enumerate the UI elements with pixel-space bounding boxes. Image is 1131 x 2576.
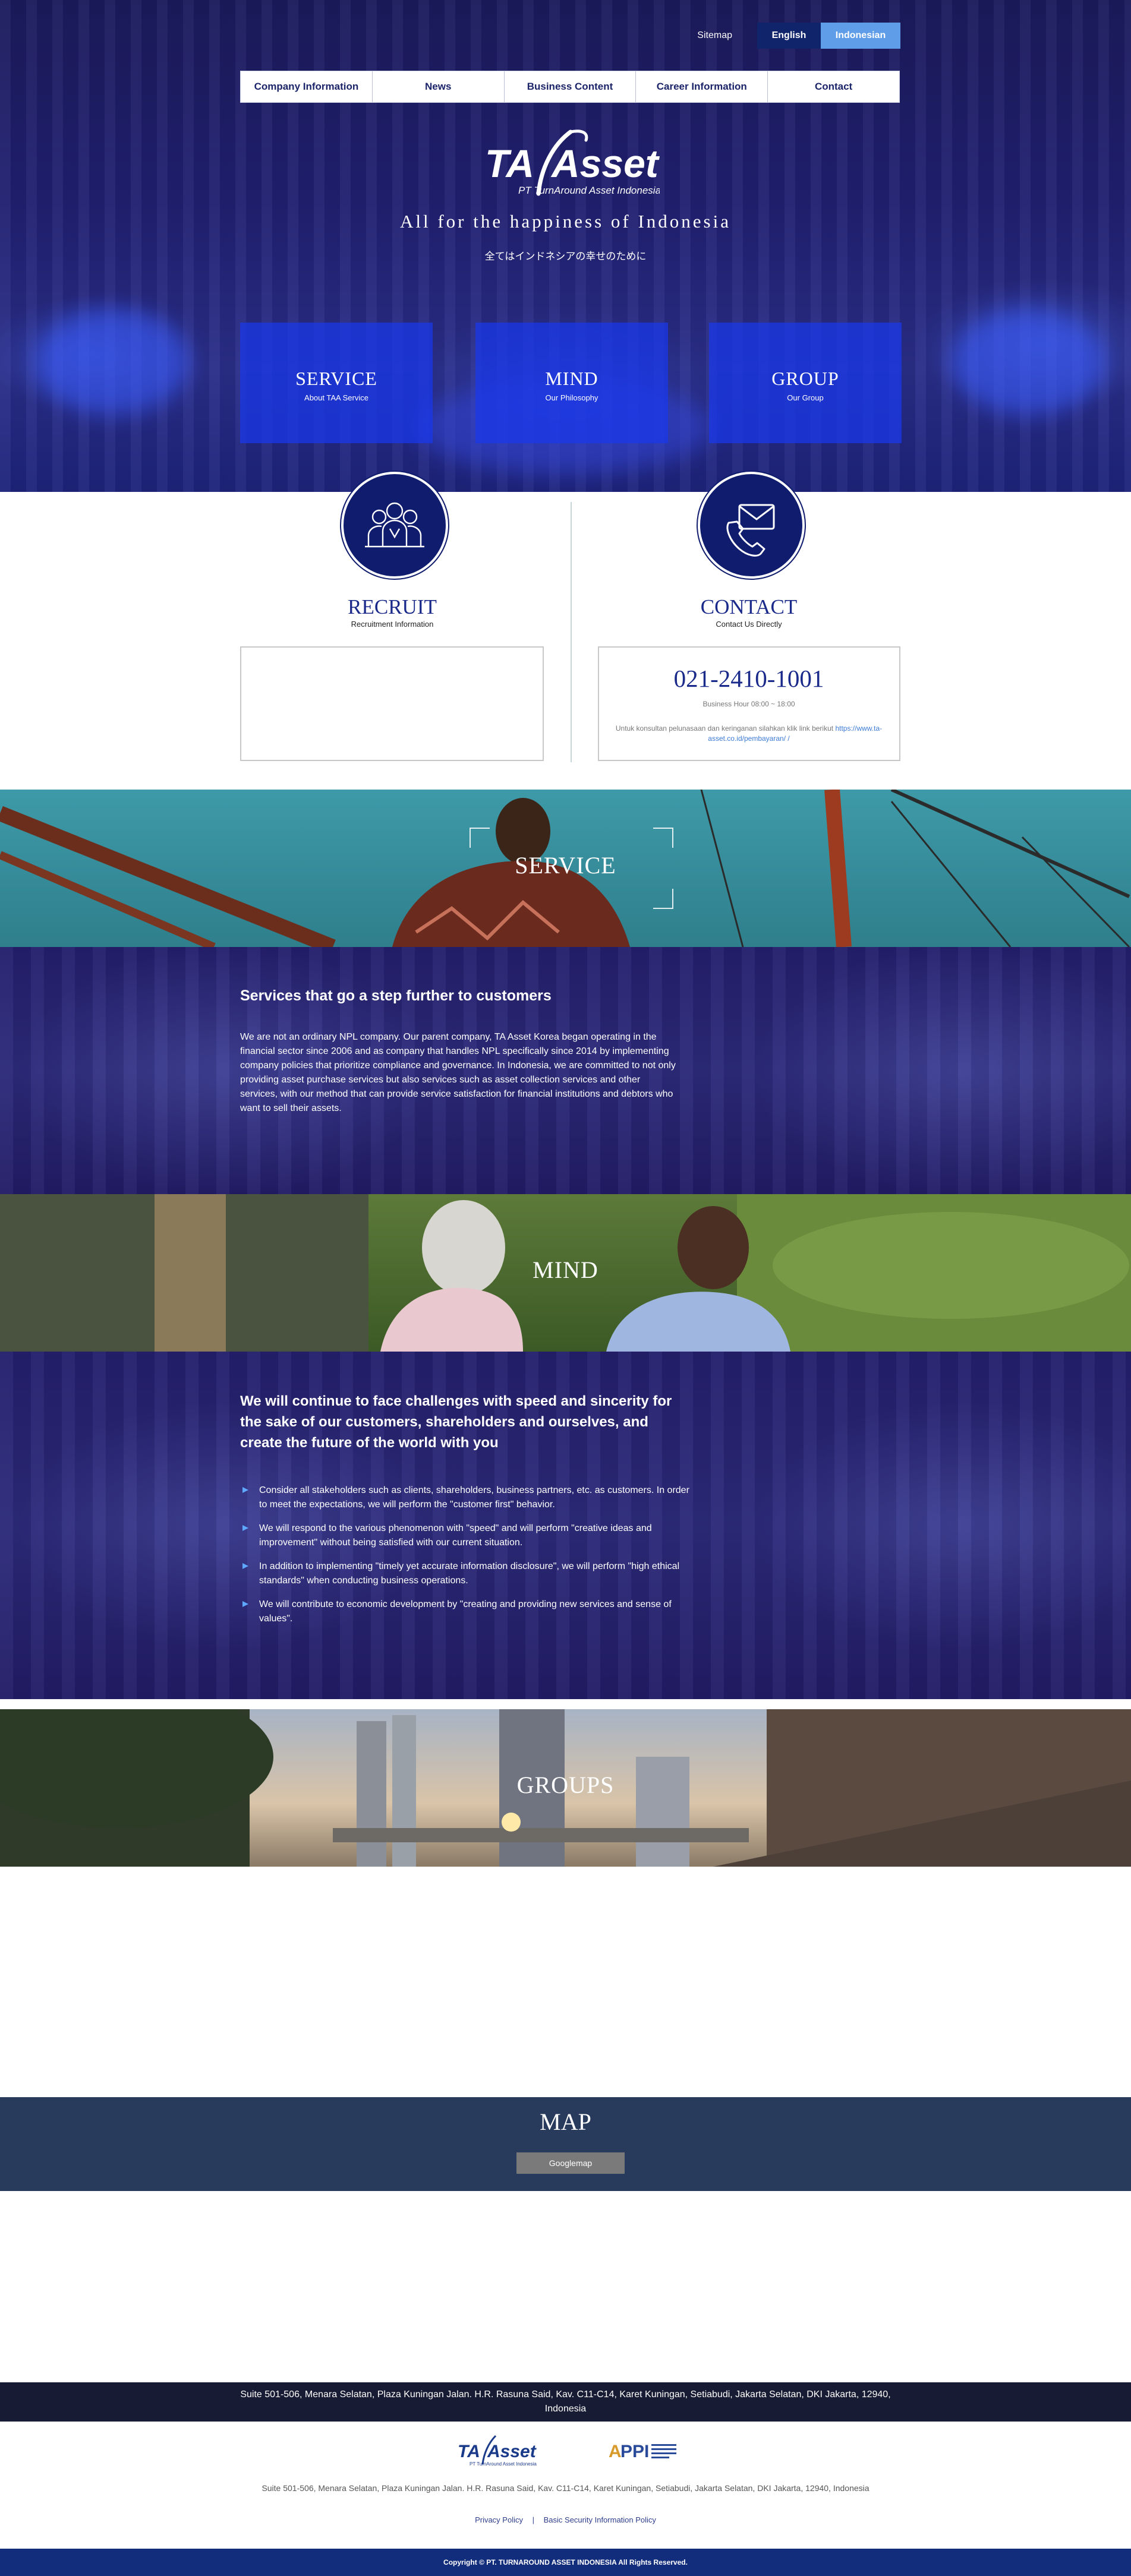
copyright-text: Copyright © PT. TURNAROUND ASSET INDONES… — [443, 2558, 688, 2566]
recruit-subtitle: Recruitment Information — [351, 620, 434, 629]
service-body: We are not an ordinary NPL company. Our … — [240, 1032, 676, 1113]
contact-consult-text: Untuk konsultan pelunasaan dan keringana… — [612, 724, 886, 744]
mind-heading: We will continue to face challenges with… — [240, 1393, 672, 1451]
people-group-icon — [365, 502, 424, 548]
svg-text:PPI: PPI — [620, 2442, 649, 2461]
footer-address-bar: Suite 501-506, Menara Selatan, Plaza Kun… — [0, 2382, 1131, 2422]
list-item: Consider all stakeholders such as client… — [240, 1483, 692, 1512]
mind-banner: MIND — [0, 1194, 1131, 1352]
nav-contact[interactable]: Contact — [768, 71, 899, 102]
nav-business-content[interactable]: Business Content — [505, 71, 637, 102]
hero-card-mind[interactable]: MIND Our Philosophy — [475, 323, 668, 443]
service-banner: SERVICE — [0, 790, 1131, 947]
privacy-policy-link[interactable]: Privacy Policy — [475, 2515, 523, 2524]
footer-ta-asset-logo[interactable]: TA Asset PT TurnAround Asset Indonesia — [454, 2433, 537, 2469]
hero-card-title: GROUP — [771, 368, 839, 389]
main-nav: Company Information News Business Conten… — [240, 71, 900, 103]
ta-asset-logo[interactable]: TA Asset PT TurnAround Asset Indonesia — [481, 127, 661, 204]
svg-text:Asset: Asset — [550, 141, 660, 185]
footer-appi-logo[interactable]: A PPI — [607, 2437, 679, 2464]
recruit-icon-circle[interactable] — [341, 472, 448, 579]
bullet-icon — [242, 1525, 248, 1531]
service-heading: Services that go a step further to custo… — [240, 987, 552, 1004]
svg-text:Asset: Asset — [487, 2442, 537, 2461]
appi-logo-icon: A PPI — [609, 2442, 676, 2461]
hero-card-title: MIND — [545, 368, 598, 389]
phone-mail-icon — [726, 504, 775, 557]
svg-text:PT TurnAround Asset Indonesia: PT TurnAround Asset Indonesia — [470, 2461, 537, 2467]
service-banner-title: SERVICE — [515, 852, 616, 879]
footer-address-top: Suite 501-506, Menara Selatan, Plaza Kun… — [240, 2389, 891, 2414]
logo-text: TA — [485, 141, 534, 185]
lang-english-button[interactable]: English — [757, 23, 821, 49]
groups-banner-title: GROUPS — [516, 1772, 615, 1798]
security-policy-link[interactable]: Basic Security Information Policy — [544, 2515, 656, 2524]
hero-card-service[interactable]: SERVICE About TAA Service — [240, 323, 433, 443]
section-divider — [571, 502, 572, 762]
footer-logo-icon: TA Asset PT TurnAround Asset Indonesia — [458, 2435, 537, 2467]
logo-subtext: PT TurnAround Asset Indonesia — [518, 185, 660, 196]
contact-subtitle: Contact Us Directly — [716, 620, 782, 629]
bullet-icon — [242, 1487, 248, 1493]
hero-tagline-jp: 全てはインドネシアの幸せのために — [484, 251, 647, 262]
map-section: MAP Googlemap — [0, 2097, 1131, 2191]
list-item: We will respond to the various phenomeno… — [240, 1521, 692, 1550]
list-item: In addition to implementing "timely yet … — [240, 1560, 692, 1588]
contact-icon-circle[interactable] — [698, 472, 805, 579]
hero-card-group[interactable]: GROUP Our Group — [709, 323, 902, 443]
hero-card-title: SERVICE — [295, 368, 377, 389]
mind-principles-list: Consider all stakeholders such as client… — [240, 1483, 692, 1636]
recruit-info-box — [240, 646, 544, 761]
bullet-icon — [242, 1601, 248, 1607]
consult-text: Untuk konsultan pelunasaan dan keringana… — [615, 724, 834, 733]
nav-company-information[interactable]: Company Information — [241, 71, 373, 102]
sitemap-link[interactable]: Sitemap — [697, 30, 732, 41]
svg-text:TA: TA — [458, 2442, 480, 2461]
nav-news[interactable]: News — [373, 71, 505, 102]
contact-title: CONTACT — [700, 595, 798, 618]
mind-banner-title: MIND — [533, 1257, 598, 1283]
footer-address-bottom: Suite 501-506, Menara Selatan, Plaza Kun… — [262, 2483, 869, 2493]
logo-swoosh-icon: TA Asset PT TurnAround Asset Indonesia — [485, 130, 661, 196]
hero-section: Sitemap English Indonesian Company Infor… — [0, 0, 1131, 492]
frame-corner-tr — [653, 828, 673, 848]
nav-career-information[interactable]: Career Information — [636, 71, 768, 102]
footer-link-separator: | — [532, 2515, 534, 2524]
contact-hours: Business Hour 08:00 ~ 18:00 — [702, 700, 795, 708]
footer-links: Privacy Policy | Basic Security Informat… — [0, 2515, 1131, 2524]
frame-corner-br — [653, 889, 673, 909]
bullet-icon — [242, 1563, 248, 1569]
hero-card-subtitle: About TAA Service — [304, 393, 368, 402]
utility-bar: Sitemap English Indonesian — [697, 23, 900, 49]
groups-banner: GROUPS — [0, 1709, 1131, 1867]
copyright-bar: Copyright © PT. TURNAROUND ASSET INDONES… — [0, 2549, 1131, 2576]
map-title: MAP — [540, 2108, 591, 2135]
hero-card-subtitle: Our Group — [787, 393, 824, 402]
hero-card-subtitle: Our Philosophy — [545, 393, 598, 402]
lang-indonesian-button[interactable]: Indonesian — [821, 23, 900, 49]
svg-text:A: A — [609, 2442, 622, 2461]
hero-tagline: All for the happiness of Indonesia — [400, 211, 731, 232]
frame-corner-tl — [470, 828, 490, 848]
contact-phone[interactable]: 021-2410-1001 — [597, 664, 900, 693]
recruit-title: RECRUIT — [348, 595, 437, 618]
list-item: We will contribute to economic developme… — [240, 1598, 692, 1626]
googlemap-button[interactable]: Googlemap — [516, 2152, 625, 2174]
service-section: Services that go a step further to custo… — [0, 947, 1131, 1194]
